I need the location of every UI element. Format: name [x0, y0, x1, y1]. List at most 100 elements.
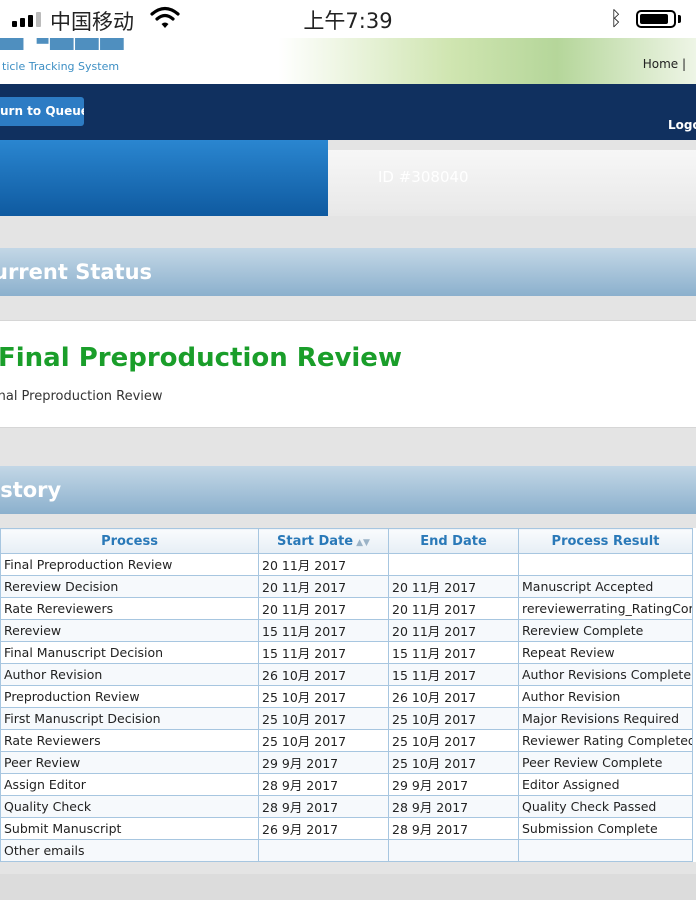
end-date-cell: 20 11月 2017	[388, 597, 519, 620]
end-date-cell: 25 10月 2017	[388, 707, 519, 730]
status-subtitle: inal Preproduction Review	[0, 389, 163, 404]
column-header-end-date[interactable]: End Date	[388, 528, 519, 554]
end-date-cell	[388, 839, 519, 862]
process-result-cell: Rereview Complete	[518, 619, 693, 642]
start-date-cell: 15 11月 2017	[258, 641, 389, 664]
current-status-panel: Final Preproduction Review inal Preprodu…	[0, 320, 696, 428]
end-date-cell: 15 11月 2017	[388, 663, 519, 686]
process-cell: First Manuscript Decision	[0, 707, 259, 730]
status-title: Final Preproduction Review	[0, 343, 402, 373]
manuscript-id-panel: ID #308040	[328, 150, 696, 216]
manuscript-id: ID #308040	[378, 168, 469, 186]
end-date-cell: 29 9月 2017	[388, 773, 519, 796]
start-date-cell: 26 10月 2017	[258, 663, 389, 686]
battery-icon	[636, 10, 676, 28]
process-result-cell: Repeat Review	[518, 641, 693, 664]
table-row: Author Revision 26 10月 2017 15 11月 2017 Aut…	[0, 663, 693, 686]
table-row: First Manuscript Decision 25 10月 2017 25 1…	[0, 707, 693, 730]
start-date-cell: 20 11月 2017	[258, 597, 389, 620]
column-header-process-result[interactable]: Process Result	[518, 528, 693, 554]
process-cell: Rereview	[0, 619, 259, 642]
end-date-cell: 25 10月 2017	[388, 729, 519, 752]
return-to-queue-button[interactable]: urn to Queue	[0, 97, 84, 126]
end-date-cell: 28 9月 2017	[388, 795, 519, 818]
process-result-cell: Peer Review Complete	[518, 751, 693, 774]
page-footer-bar	[0, 874, 696, 900]
start-date-cell: 26 9月 2017	[258, 817, 389, 840]
start-date-cell	[258, 839, 389, 862]
column-header-process[interactable]: Process	[0, 528, 259, 554]
history-table-body: Final Preproduction Review 20 11月 2017 Rer…	[0, 553, 693, 862]
history-heading: istory	[0, 478, 62, 502]
battery-tip	[678, 15, 681, 23]
table-row: Rate Rereviewers 20 11月 2017 20 11月 2017 re…	[0, 597, 693, 620]
site-header: ▆▝▆▆▆ ticle Tracking System Home |	[0, 38, 696, 84]
end-date-cell: 15 11月 2017	[388, 641, 519, 664]
manuscript-tab	[0, 140, 328, 216]
start-date-cell: 20 11月 2017	[258, 553, 389, 576]
logout-link[interactable]: Logo	[668, 118, 696, 132]
process-cell: Peer Review	[0, 751, 259, 774]
current-status-header: urrent Status	[0, 248, 696, 296]
sort-icon[interactable]: ▲▼	[356, 538, 370, 548]
process-result-cell: Author Revision	[518, 685, 693, 708]
end-date-cell: 25 10月 2017	[388, 751, 519, 774]
process-result-cell	[518, 839, 693, 862]
process-result-cell: Manuscript Accepted	[518, 575, 693, 598]
process-cell: Rate Reviewers	[0, 729, 259, 752]
process-cell: Submit Manuscript	[0, 817, 259, 840]
start-date-cell: 15 11月 2017	[258, 619, 389, 642]
table-row: Submit Manuscript 26 9月 2017 28 9月 2017 Sub…	[0, 817, 693, 840]
process-result-cell: Author Revisions Complete	[518, 663, 693, 686]
process-cell: Quality Check	[0, 795, 259, 818]
process-cell: Rereview Decision	[0, 575, 259, 598]
bluetooth-icon: ᛒ	[610, 6, 622, 30]
process-cell: Final Preproduction Review	[0, 553, 259, 576]
end-date-cell: 28 9月 2017	[388, 817, 519, 840]
history-table-header-row: Process Start Date ▲▼ End Date Process Re…	[0, 528, 693, 554]
process-result-cell: rereviewerrating_RatingComp	[518, 597, 693, 620]
history-header: istory	[0, 466, 696, 514]
site-logo: ▆▝▆▆▆	[0, 38, 125, 50]
table-row: Rereview Decision 20 11月 2017 20 11月 2017 M…	[0, 575, 693, 598]
table-row: Quality Check 28 9月 2017 28 9月 2017 Quality…	[0, 795, 693, 818]
end-date-cell: 20 11月 2017	[388, 575, 519, 598]
table-row: Peer Review 29 9月 2017 25 10月 2017 Peer Rev…	[0, 751, 693, 774]
process-cell: Final Manuscript Decision	[0, 641, 259, 664]
clock: 上午7:39	[303, 9, 393, 33]
process-result-cell: Editor Assigned	[518, 773, 693, 796]
process-result-cell: Quality Check Passed	[518, 795, 693, 818]
start-date-cell: 25 10月 2017	[258, 685, 389, 708]
start-date-cell: 28 9月 2017	[258, 773, 389, 796]
home-link[interactable]: Home |	[643, 57, 686, 71]
column-header-start-date[interactable]: Start Date ▲▼	[258, 528, 389, 554]
history-table-container: Process Start Date ▲▼ End Date Process Re…	[0, 528, 696, 862]
process-cell: Author Revision	[0, 663, 259, 686]
process-result-cell: Reviewer Rating Completed	[518, 729, 693, 752]
process-cell: Rate Rereviewers	[0, 597, 259, 620]
start-date-cell: 25 10月 2017	[258, 729, 389, 752]
ios-status-bar: 中国移动 上午7:39 ᛒ	[0, 0, 696, 38]
table-row: Final Preproduction Review 20 11月 2017	[0, 553, 693, 576]
process-result-cell	[518, 553, 693, 576]
end-date-cell: 26 10月 2017	[388, 685, 519, 708]
table-row: Other emails	[0, 839, 693, 862]
process-cell: Assign Editor	[0, 773, 259, 796]
process-cell: Other emails	[0, 839, 259, 862]
table-row: Assign Editor 28 9月 2017 29 9月 2017 Editor …	[0, 773, 693, 796]
end-date-cell	[388, 553, 519, 576]
table-row: Final Manuscript Decision 15 11月 2017 15 1…	[0, 641, 693, 664]
start-date-cell: 29 9月 2017	[258, 751, 389, 774]
end-date-cell: 20 11月 2017	[388, 619, 519, 642]
table-row: Rereview 15 11月 2017 20 11月 2017 Rereview C…	[0, 619, 693, 642]
table-row: Rate Reviewers 25 10月 2017 25 10月 2017 Revi…	[0, 729, 693, 752]
process-result-cell: Submission Complete	[518, 817, 693, 840]
history-table: Process Start Date ▲▼ End Date Process Re…	[0, 528, 693, 862]
current-status-heading: urrent Status	[0, 260, 153, 284]
start-date-cell: 20 11月 2017	[258, 575, 389, 598]
process-result-cell: Major Revisions Required	[518, 707, 693, 730]
start-date-cell: 25 10月 2017	[258, 707, 389, 730]
process-cell: Preproduction Review	[0, 685, 259, 708]
site-tagline: ticle Tracking System	[2, 60, 120, 73]
start-date-cell: 28 9月 2017	[258, 795, 389, 818]
